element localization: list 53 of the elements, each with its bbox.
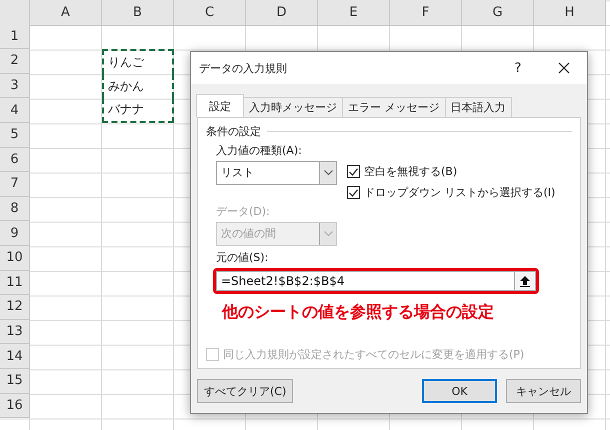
- tab[interactable]: 設定: [196, 94, 244, 117]
- annotation-text: 他のシートの値を参照する場合の設定: [222, 302, 495, 323]
- row-header[interactable]: 13: [0, 320, 30, 344]
- checkbox-label: 同じ入力規則が設定されたすべてのセルに変更を適用する(P): [223, 347, 524, 362]
- row-header[interactable]: 8: [0, 196, 30, 222]
- check-icon: [349, 168, 358, 176]
- window-title: データの入力規則: [199, 60, 288, 76]
- chevron-down-icon: [324, 231, 332, 237]
- chevron-down-icon: [324, 170, 332, 176]
- column-header[interactable]: H: [534, 0, 606, 26]
- row-header[interactable]: 10: [0, 246, 30, 271]
- row-header[interactable]: 2: [0, 49, 30, 74]
- row-header[interactable]: 12: [0, 295, 30, 320]
- column-header[interactable]: E: [318, 0, 390, 26]
- column-header[interactable]: F: [390, 0, 462, 26]
- tab[interactable]: 日本語入力: [444, 97, 512, 117]
- checkbox-label: ドロップダウン リストから選択する(I): [364, 185, 556, 200]
- row-header[interactable]: 6: [0, 148, 30, 172]
- row-header[interactable]: 9: [0, 221, 30, 246]
- row-header[interactable]: 15: [0, 368, 30, 394]
- column-header[interactable]: C: [174, 0, 246, 26]
- checkbox[interactable]: [347, 186, 360, 199]
- table-cell: みかん: [102, 74, 174, 98]
- row-header[interactable]: 1: [0, 24, 30, 50]
- help-button[interactable]: ?: [495, 60, 541, 76]
- row-header[interactable]: 7: [0, 172, 30, 197]
- close-icon: [558, 62, 570, 74]
- row-header[interactable]: 11: [0, 270, 30, 296]
- column-header[interactable]: D: [246, 0, 318, 26]
- table-cell: りんご: [102, 49, 174, 74]
- check-icon: [349, 188, 358, 196]
- column-header[interactable]: A: [30, 0, 102, 26]
- column-header[interactable]: B: [102, 0, 174, 26]
- field-label: 元の値(S):: [216, 250, 270, 265]
- row-header[interactable]: 4: [0, 98, 30, 123]
- collapse-button[interactable]: [514, 271, 536, 291]
- checkbox[interactable]: [347, 165, 360, 178]
- row-header[interactable]: 16: [0, 394, 30, 418]
- row-header[interactable]: 5: [0, 122, 30, 148]
- clear-button[interactable]: すべてクリア(C): [197, 379, 294, 403]
- row-header[interactable]: 14: [0, 344, 30, 369]
- checkbox-label: 空白を無視する(B): [364, 164, 458, 179]
- row-header[interactable]: 3: [0, 74, 30, 98]
- source-field[interactable]: =Sheet2!$B$2:$B$4: [216, 271, 514, 291]
- field-label: データ(D):: [216, 204, 271, 219]
- ok-button[interactable]: OK: [422, 379, 497, 403]
- up-arrow-icon: [520, 276, 530, 286]
- cancel-button[interactable]: キャンセル: [506, 379, 581, 403]
- dropdown[interactable]: リスト: [216, 161, 337, 185]
- column-header[interactable]: G: [462, 0, 534, 26]
- table-cell: バナナ: [102, 98, 174, 123]
- field-label: 入力値の種類(A):: [216, 143, 303, 158]
- group-title: 条件の設定: [206, 124, 261, 139]
